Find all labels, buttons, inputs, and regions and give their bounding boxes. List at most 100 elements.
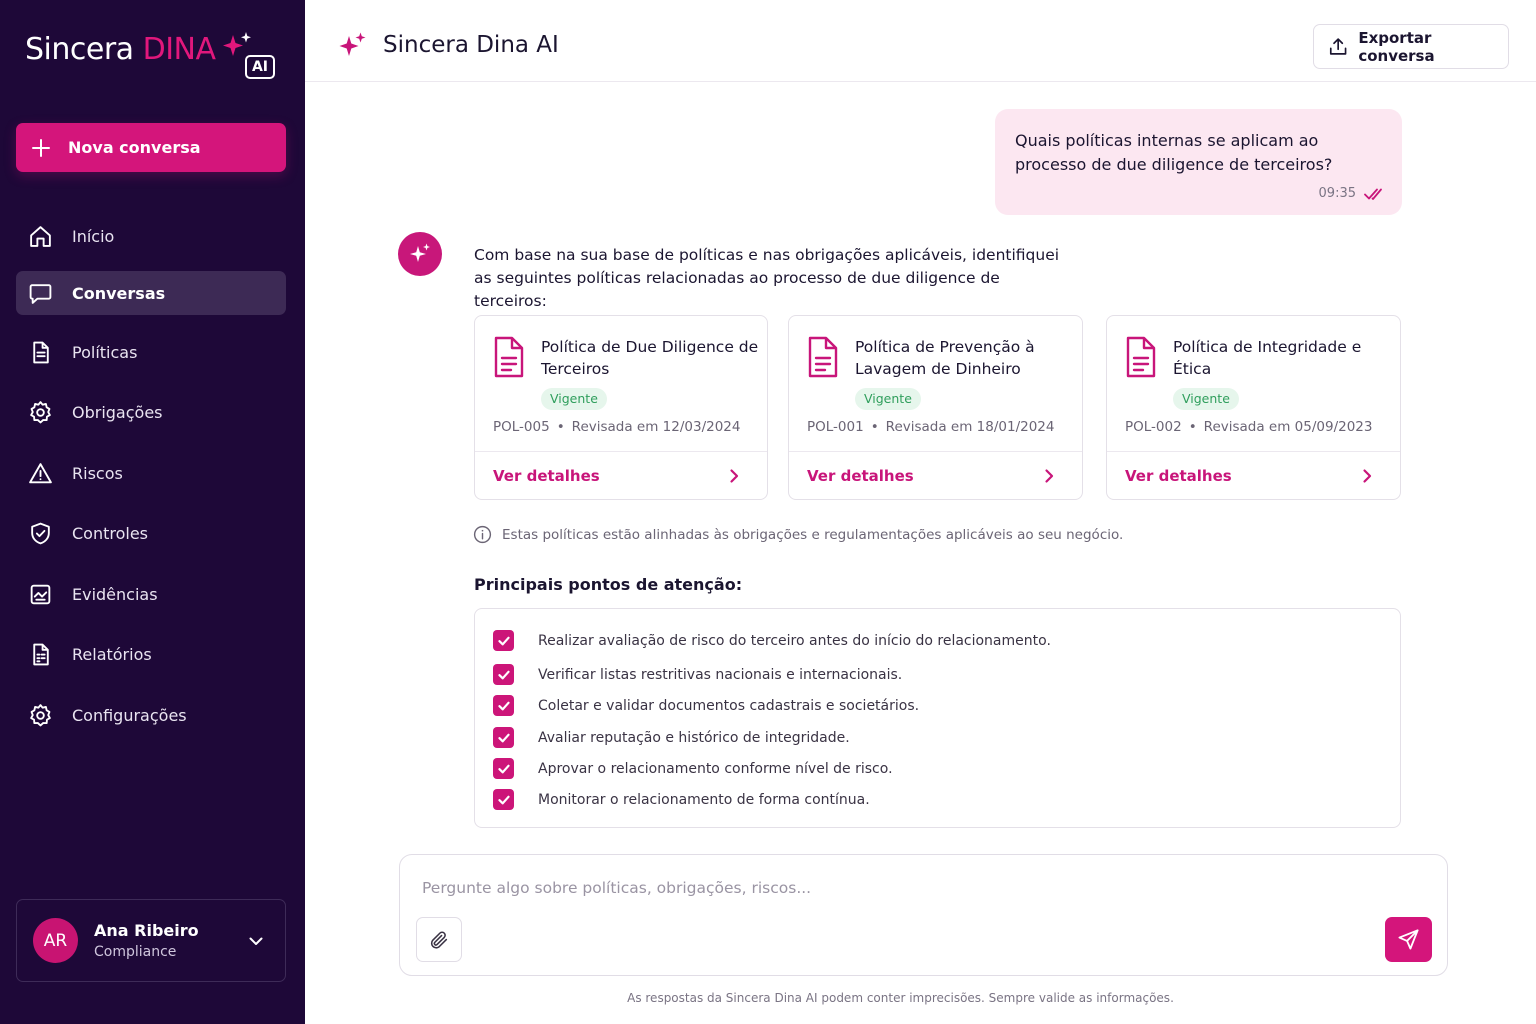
checkbox-checked[interactable] [493, 789, 514, 810]
sparkle-icon [410, 243, 430, 262]
page-title: Sincera Dina AI [383, 32, 559, 58]
sidebar-item-inicio[interactable]: Início [16, 214, 286, 258]
new-chat-label: Nova conversa [68, 138, 201, 157]
policy-card[interactable]: Política de Prevenção à Lavagem de Dinhe… [788, 315, 1083, 500]
checkbox-checked[interactable] [493, 727, 514, 748]
chevron-down-icon[interactable] [247, 932, 265, 950]
sidebar-item-controles[interactable]: Controles [16, 511, 286, 555]
plus-icon [32, 138, 50, 157]
send-icon [1398, 929, 1419, 950]
checkbox-checked[interactable] [493, 630, 514, 651]
export-label: Exportar conversa [1358, 28, 1435, 65]
info-note: Estas políticas estão alinhadas às obrig… [473, 525, 1123, 544]
user-message-bubble: Quais políticas internas se aplicam ao p… [995, 109, 1402, 215]
paperclip-icon [430, 930, 448, 949]
list-item-text: Monitorar o relacionamento de forma cont… [538, 791, 870, 808]
chevron-right-icon[interactable] [725, 467, 743, 485]
document-icon [808, 336, 838, 378]
checkbox-checked[interactable] [493, 758, 514, 779]
upload-icon [1329, 38, 1347, 55]
user-message-text: Quais políticas internas se aplicam ao p… [1015, 131, 1333, 174]
sidebar-item-relatorios[interactable]: Relatórios [16, 632, 286, 676]
check-icon [497, 701, 510, 710]
sidebar-item-label: Início [72, 226, 115, 246]
sidebar-item-label: Obrigações [72, 402, 163, 422]
list-item[interactable]: Aprovar o relacionamento conforme nível … [493, 758, 893, 779]
attention-title: Principais pontos de atenção: [474, 575, 743, 594]
view-details-link[interactable]: Ver detalhes [1125, 467, 1232, 485]
policy-card[interactable]: Política de Integridade e Ética Vigente … [1106, 315, 1401, 500]
send-button[interactable] [1385, 917, 1432, 962]
sidebar-item-conversas[interactable]: Conversas [16, 271, 286, 315]
list-item[interactable]: Verificar listas restritivas nacionais e… [493, 664, 902, 685]
sidebar-item-evidencias[interactable]: Evidências [16, 572, 286, 616]
list-item-text: Verificar listas restritivas nacionais e… [538, 666, 903, 683]
policy-revised: Revisada em 05/09/2023 [1203, 419, 1373, 435]
policy-title: Política de Prevenção à Lavagem de Dinhe… [855, 338, 1035, 378]
check-icon [497, 764, 510, 773]
policy-code: POL-005 [493, 419, 550, 435]
list-item[interactable]: Monitorar o relacionamento de forma cont… [493, 789, 870, 810]
message-composer [399, 854, 1448, 976]
avatar: AR [33, 918, 78, 963]
list-item[interactable]: Avaliar reputação e histórico de integri… [493, 727, 850, 748]
view-details-link[interactable]: Ver detalhes [807, 467, 914, 485]
chevron-right-icon[interactable] [1040, 467, 1058, 485]
policy-code: POL-002 [1125, 419, 1182, 435]
new-chat-button[interactable]: Nova conversa [16, 123, 286, 172]
brand-accent: DINA [142, 32, 216, 67]
list-item[interactable]: Coletar e validar documentos cadastrais … [493, 695, 919, 716]
attach-file-button[interactable] [416, 917, 462, 962]
warning-icon [29, 462, 52, 483]
list-item-text: Avaliar reputação e histórico de integri… [538, 729, 850, 746]
brand-name: Sincera [25, 32, 134, 67]
list-item[interactable]: Realizar avaliação de risco do terceiro … [493, 630, 1051, 651]
info-icon [473, 525, 492, 544]
sidebar-item-riscos[interactable]: Riscos [16, 451, 286, 495]
user-profile-card[interactable]: AR Ana Ribeiro Compliance [16, 899, 286, 982]
divider [475, 451, 767, 452]
export-conversation-button[interactable]: Exportar conversa [1313, 24, 1509, 69]
sidebar-item-obrigacoes[interactable]: Obrigações [16, 390, 286, 434]
report-icon [33, 643, 49, 665]
sidebar-item-label: Políticas [72, 342, 138, 362]
assistant-avatar [398, 232, 442, 276]
policy-title: Política de Integridade e Ética [1173, 338, 1362, 378]
brand-wordmark: Sincera DINA [25, 32, 216, 67]
home-icon [30, 225, 51, 247]
divider [789, 451, 1082, 452]
policy-card[interactable]: Política de Due Diligence de Terceiros V… [474, 315, 768, 500]
evidence-icon [30, 584, 51, 604]
sidebar-item-label: Relatórios [72, 644, 152, 664]
message-input[interactable] [422, 879, 1322, 897]
sidebar-item-label: Controles [72, 523, 149, 543]
user-info: Ana Ribeiro Compliance [94, 921, 199, 960]
message-time: 09:35 [1318, 186, 1356, 201]
policy-title: Política de Due Diligence de Terceiros [541, 338, 759, 378]
check-icon [497, 795, 510, 804]
divider [1107, 451, 1400, 452]
user-message-meta: 09:35 [1319, 186, 1386, 201]
chevron-right-icon[interactable] [1358, 467, 1376, 485]
status-badge: Vigente [855, 388, 921, 410]
document-icon [1126, 336, 1156, 378]
top-header: Sincera Dina AI Exportar conversa [305, 0, 1536, 82]
check-icon [497, 670, 510, 679]
checkbox-checked[interactable] [493, 664, 514, 685]
view-details-link[interactable]: Ver detalhes [493, 467, 600, 485]
sidebar-item-configuracoes[interactable]: Configurações [16, 693, 286, 737]
policy-code: POL-001 [807, 419, 864, 435]
document-icon [494, 336, 524, 378]
list-item-text: Realizar avaliação de risco do terceiro … [538, 632, 1051, 649]
policy-meta: POL-002 • Revisada em 05/09/2023 [1125, 419, 1373, 435]
status-badge: Vigente [1173, 388, 1239, 410]
policy-meta: POL-005 • Revisada em 12/03/2024 [493, 419, 741, 435]
chat-icon [29, 283, 52, 304]
info-note-text: Estas políticas estão alinhadas às obrig… [502, 526, 1124, 543]
checkbox-checked[interactable] [493, 695, 514, 716]
user-role: Compliance [94, 944, 177, 960]
sidebar-item-label: Riscos [72, 463, 123, 483]
policy-revised: Revisada em 18/01/2024 [885, 419, 1055, 435]
sidebar-item-politicas[interactable]: Políticas [16, 330, 286, 374]
sidebar: Sincera DINA AI Nova conversa Início Con… [0, 0, 305, 1024]
